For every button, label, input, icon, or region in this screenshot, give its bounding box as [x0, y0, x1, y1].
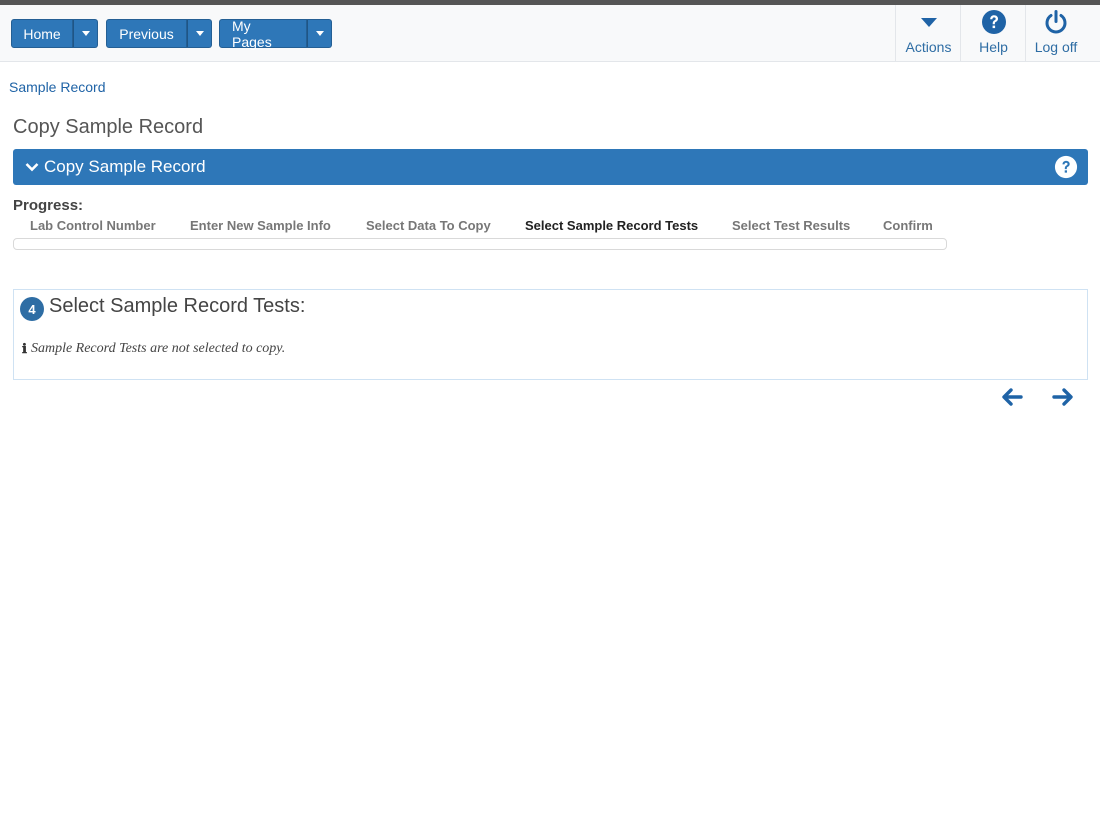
section-title: Select Sample Record Tests:: [49, 295, 306, 317]
progress-step: Select Data To Copy: [366, 218, 491, 233]
previous-button[interactable]: Previous: [106, 19, 187, 48]
question-circle-icon: [981, 5, 1007, 39]
progress-steps: Lab Control Number Enter New Sample Info…: [13, 218, 947, 235]
mypages-split-button: My Pages: [219, 17, 332, 50]
info-message-text: Sample Record Tests are not selected to …: [30, 341, 286, 356]
caret-down-icon: [195, 31, 204, 36]
actions-caret-icon: [920, 5, 938, 39]
mypages-button[interactable]: My Pages: [219, 17, 307, 50]
select-tests-section: 4 Select Sample Record Tests: ℹ Sample R…: [13, 289, 1088, 380]
logoff-button[interactable]: Log off: [1025, 5, 1086, 61]
previous-split-button: Previous: [106, 19, 212, 48]
breadcrumb-sample-record[interactable]: Sample Record: [9, 79, 106, 95]
panel-header-title: Copy Sample Record: [44, 157, 206, 176]
progress-step: Confirm: [883, 218, 933, 233]
home-split-button: Home: [11, 19, 98, 48]
arrow-left-icon: [1001, 388, 1023, 411]
next-button[interactable]: [1052, 387, 1074, 412]
home-button[interactable]: Home: [11, 19, 73, 48]
power-icon: [1043, 5, 1069, 39]
logoff-label: Log off: [1034, 39, 1078, 55]
previous-dropdown-button[interactable]: [187, 19, 212, 48]
actions-button[interactable]: Actions: [895, 5, 961, 61]
progress-step: Select Test Results: [732, 218, 851, 233]
chevron-down-icon: [25, 162, 39, 172]
copy-sample-record-panel-header[interactable]: Copy Sample Record: [13, 149, 1088, 185]
caret-down-icon: [315, 31, 324, 36]
step-number-badge: 4: [20, 297, 44, 321]
page-title: Copy Sample Record: [13, 116, 204, 138]
actions-label: Actions: [905, 39, 952, 55]
arrow-right-icon: [1052, 388, 1074, 411]
mypages-button-label: My Pages: [232, 17, 272, 50]
mypages-dropdown-button[interactable]: [307, 19, 332, 48]
caret-down-icon: [81, 31, 90, 36]
progress-label: Progress:: [13, 197, 84, 214]
home-dropdown-button[interactable]: [73, 19, 98, 48]
progress-step: Enter New Sample Info: [190, 218, 331, 233]
progress-step-active: Select Sample Record Tests: [525, 218, 699, 233]
back-button[interactable]: [1001, 387, 1023, 412]
panel-help-icon[interactable]: [1054, 155, 1078, 184]
info-message: ℹ Sample Record Tests are not selected t…: [22, 341, 285, 357]
help-label: Help: [979, 39, 1008, 55]
toolbar: Home Previous My Pages Actions Help Log …: [0, 5, 1100, 62]
home-button-label: Home: [23, 25, 61, 42]
progress-bar: [13, 238, 947, 250]
previous-button-label: Previous: [119, 25, 174, 42]
progress-step: Lab Control Number: [30, 218, 156, 233]
help-button[interactable]: Help: [960, 5, 1026, 61]
info-icon: ℹ: [22, 341, 27, 357]
